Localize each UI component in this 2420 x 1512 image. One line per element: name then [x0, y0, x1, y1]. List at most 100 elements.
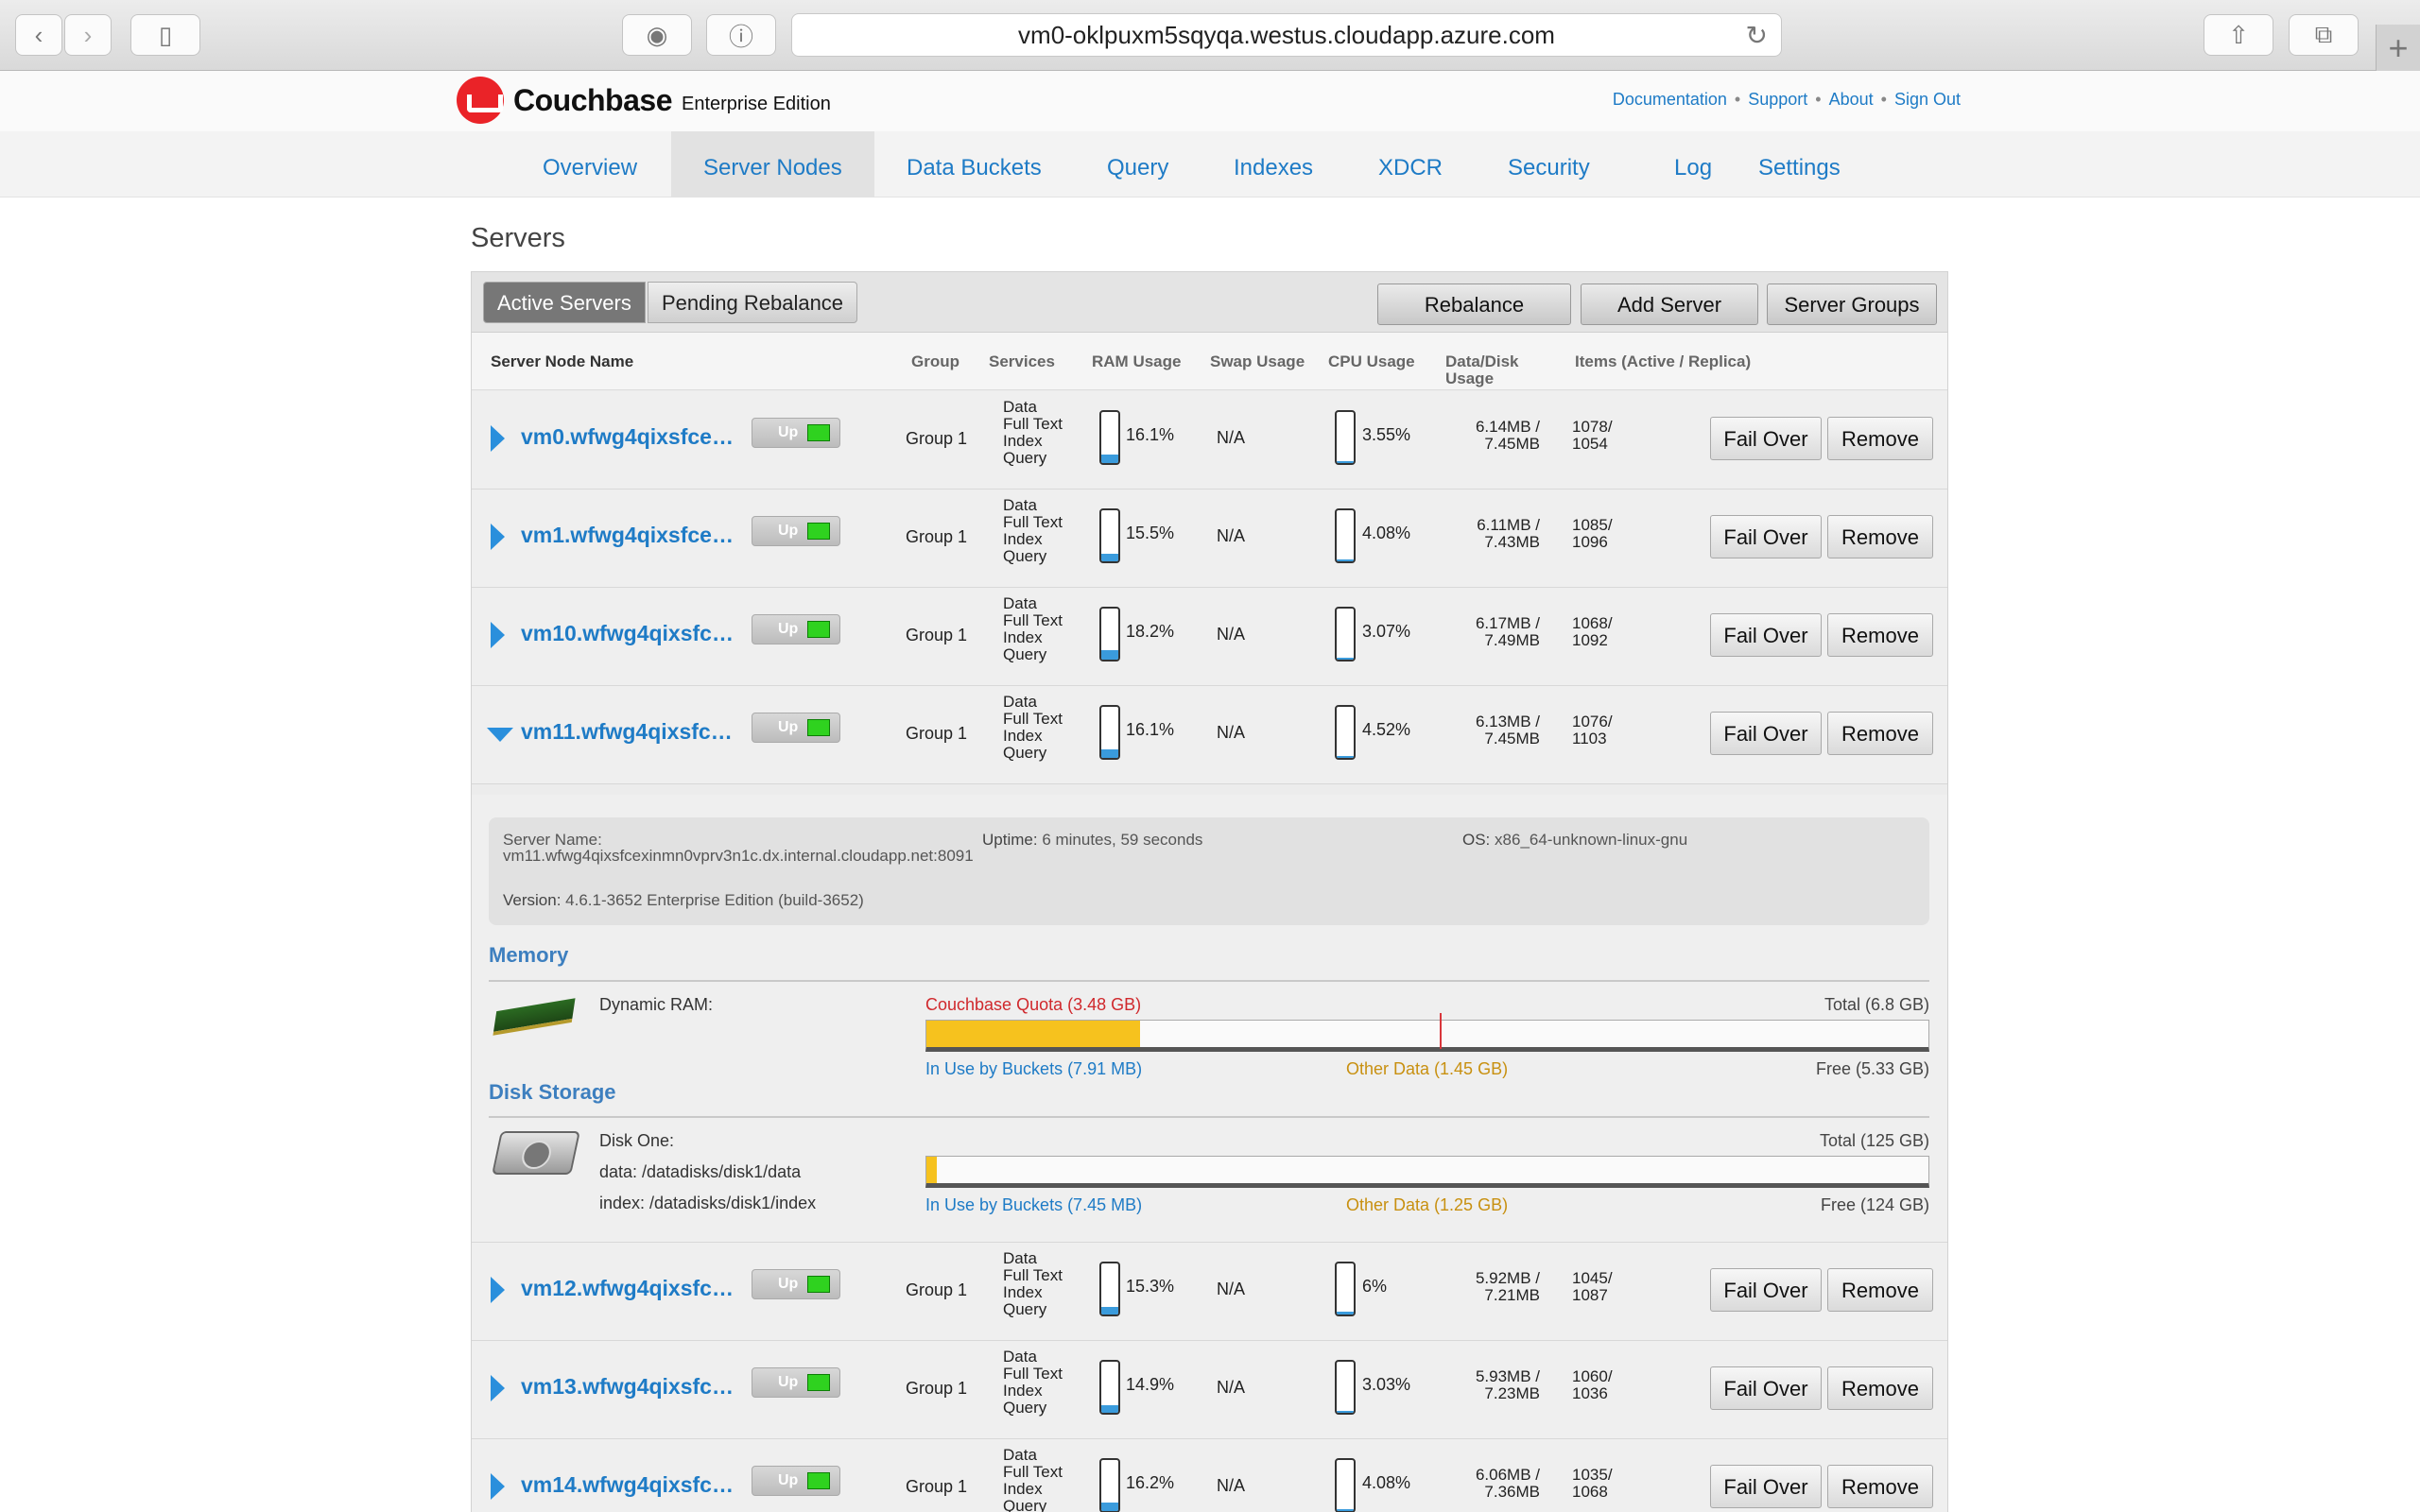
header-server-node-name[interactable]: Server Node Name	[491, 353, 633, 370]
server-node-name[interactable]: vm0.wfwg4qixsfcex...	[521, 424, 738, 450]
remove-button[interactable]: Remove	[1827, 1366, 1933, 1410]
cpu-usage-value: 3.03%	[1362, 1375, 1411, 1394]
server-name-value: vm11.wfwg4qixsfcexinmn0vprv3n1c.dx.inter…	[503, 847, 974, 865]
disk-usage-line-1: 6.17MB /	[1475, 614, 1540, 632]
service-item: Full Text	[1003, 1463, 1063, 1481]
expand-arrow-icon[interactable]	[491, 622, 505, 648]
swap-usage-value: N/A	[1217, 723, 1246, 742]
ram-usage-value: 14.9%	[1126, 1375, 1175, 1394]
disk-usage-line-2: 7.49MB	[1484, 631, 1540, 649]
info-icon[interactable]: ⓘ	[706, 14, 776, 56]
tab-overview[interactable]: Overview	[510, 131, 669, 198]
main-nav: Overview Server Nodes Data Buckets Query…	[0, 131, 2420, 198]
header-swap-usage[interactable]: Swap Usage	[1210, 353, 1305, 370]
server-node-name[interactable]: vm12.wfwg4qixsfce...	[521, 1276, 738, 1301]
remove-button[interactable]: Remove	[1827, 613, 1933, 657]
server-node-name[interactable]: vm13.wfwg4qixsfce...	[521, 1374, 738, 1400]
collapse-arrow-icon[interactable]	[487, 728, 513, 742]
link-about[interactable]: About	[1829, 90, 1874, 110]
expand-arrow-icon[interactable]	[491, 1473, 505, 1500]
fail-over-button[interactable]: Fail Over	[1710, 515, 1822, 558]
expand-arrow-icon[interactable]	[491, 425, 505, 452]
server-node-name[interactable]: vm11.wfwg4qixsfce...	[521, 719, 738, 745]
remove-button[interactable]: Remove	[1827, 1268, 1933, 1312]
header-group[interactable]: Group	[911, 353, 959, 370]
tab-settings[interactable]: Settings	[1726, 131, 1873, 198]
share-icon[interactable]: ⇧	[2204, 14, 2273, 56]
active-servers-tab[interactable]: Active Servers	[483, 282, 646, 323]
fail-over-button[interactable]: Fail Over	[1710, 417, 1822, 460]
ram-gauge-fill	[1101, 1306, 1118, 1314]
reload-icon[interactable]: ↻	[1746, 20, 1768, 51]
stop-icon[interactable]: ◉	[622, 14, 692, 56]
items-active: 1068/	[1572, 614, 1613, 632]
ram-gauge	[1099, 607, 1120, 662]
status-badge: Up	[752, 614, 840, 644]
cpu-gauge	[1335, 508, 1356, 563]
remove-button[interactable]: Remove	[1827, 515, 1933, 558]
tabs-icon[interactable]: ⧉	[2289, 14, 2359, 56]
fail-over-button[interactable]: Fail Over	[1710, 613, 1822, 657]
couchbase-logo[interactable]: Couchbase Enterprise Edition	[457, 77, 831, 124]
link-documentation[interactable]: Documentation	[1613, 90, 1727, 110]
status-label: Up	[778, 621, 799, 637]
ram-gauge-fill	[1101, 749, 1118, 758]
items-active: 1078/	[1572, 418, 1613, 436]
status-light-icon	[807, 523, 830, 540]
rebalance-button[interactable]: Rebalance	[1377, 284, 1571, 325]
fail-over-button[interactable]: Fail Over	[1710, 712, 1822, 755]
tab-query[interactable]: Query	[1075, 131, 1201, 198]
new-tab-icon[interactable]: +	[2376, 25, 2420, 71]
remove-button[interactable]: Remove	[1827, 712, 1933, 755]
expand-arrow-icon[interactable]	[491, 1277, 505, 1303]
fail-over-button[interactable]: Fail Over	[1710, 1268, 1822, 1312]
ram-quota-marker	[1439, 1013, 1442, 1049]
items-value: 1045/1087	[1572, 1270, 1613, 1304]
header-cpu-usage[interactable]: CPU Usage	[1328, 353, 1415, 370]
disk-usage-value: 6.11MB /7.43MB	[1417, 517, 1540, 551]
header-data-disk-usage[interactable]: Data/Disk Usage	[1445, 353, 1518, 387]
back-icon[interactable]: ‹	[15, 14, 62, 56]
server-groups-button[interactable]: Server Groups	[1767, 284, 1937, 325]
remove-button[interactable]: Remove	[1827, 417, 1933, 460]
swap-usage-value: N/A	[1217, 428, 1246, 447]
tab-server-nodes[interactable]: Server Nodes	[671, 131, 874, 198]
fail-over-button[interactable]: Fail Over	[1710, 1465, 1822, 1508]
status-badge: Up	[752, 1367, 840, 1398]
items-value: 1068/1092	[1572, 615, 1613, 649]
os-value: x86_64-unknown-linux-gnu	[1495, 831, 1688, 849]
tab-indexes[interactable]: Indexes	[1201, 131, 1345, 198]
os-label: OS:	[1462, 831, 1491, 849]
tab-security[interactable]: Security	[1476, 131, 1622, 198]
ram-total-label: Total (6.8 GB)	[1824, 995, 1929, 1014]
server-node-name[interactable]: vm10.wfwg4qixsfce...	[521, 621, 738, 646]
cpu-usage-value: 3.55%	[1362, 425, 1411, 444]
add-server-button[interactable]: Add Server	[1581, 284, 1758, 325]
pending-rebalance-tab[interactable]: Pending Rebalance	[648, 282, 858, 323]
expand-arrow-icon[interactable]	[491, 524, 505, 550]
swap-usage-value: N/A	[1217, 1280, 1246, 1298]
disk-usage-line-2: 7.45MB	[1484, 730, 1540, 747]
remove-button[interactable]: Remove	[1827, 1465, 1933, 1508]
tab-data-buckets[interactable]: Data Buckets	[874, 131, 1074, 198]
sidebar-icon[interactable]: ▯	[130, 14, 200, 56]
header-items[interactable]: Items (Active / Replica)	[1575, 353, 1751, 370]
disk-other-data-label: Other Data (1.25 GB)	[1346, 1195, 1509, 1214]
expand-arrow-icon[interactable]	[491, 1375, 505, 1401]
link-support[interactable]: Support	[1748, 90, 1807, 110]
ram-gauge-fill	[1101, 553, 1118, 561]
header-ram-usage[interactable]: RAM Usage	[1092, 353, 1181, 370]
link-sign-out[interactable]: Sign Out	[1894, 90, 1961, 110]
forward-icon[interactable]: ›	[64, 14, 112, 56]
cpu-usage-value: 3.07%	[1362, 622, 1411, 641]
server-details: Server Name: vm11.wfwg4qixsfcexinmn0vprv…	[472, 795, 1947, 1243]
address-bar[interactable]: vm0-oklpuxm5sqyqa.westus.cloudapp.azure.…	[791, 13, 1782, 57]
ram-usage-value: 16.1%	[1126, 720, 1175, 739]
tab-xdcr[interactable]: XDCR	[1346, 131, 1475, 198]
status-badge: Up	[752, 516, 840, 546]
server-node-name[interactable]: vm14.wfwg4qixsfce...	[521, 1472, 738, 1498]
server-node-name[interactable]: vm1.wfwg4qixsfcex...	[521, 523, 738, 548]
disk-usage-value: 5.92MB /7.21MB	[1417, 1270, 1540, 1304]
fail-over-button[interactable]: Fail Over	[1710, 1366, 1822, 1410]
cpu-usage-value: 4.08%	[1362, 1473, 1411, 1492]
